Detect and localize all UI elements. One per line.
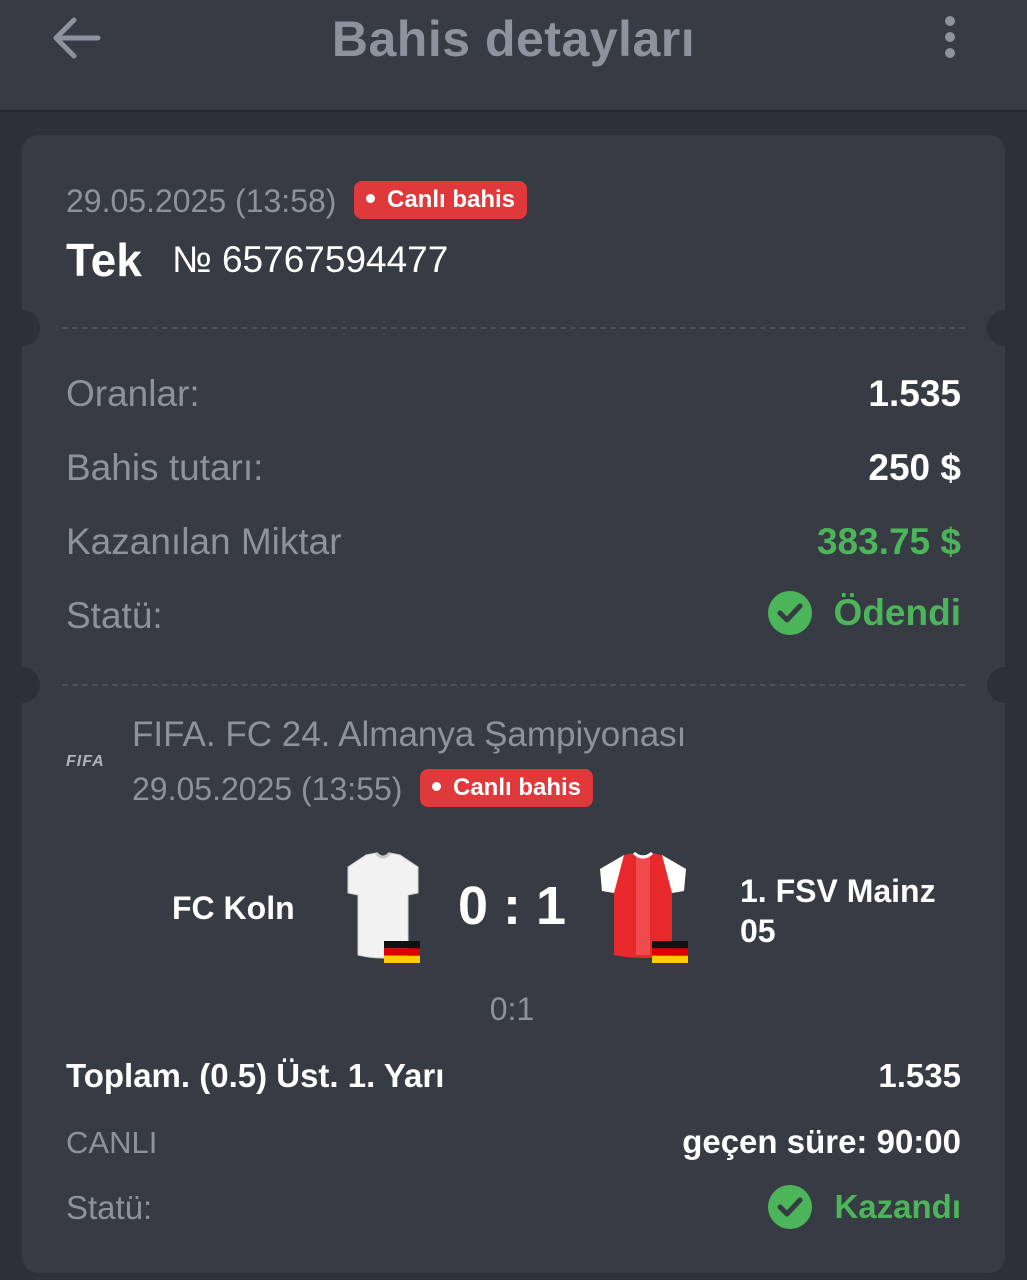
stake-label: Bahis tutarı: (66, 447, 264, 488)
more-options-button[interactable] (930, 10, 970, 64)
fifa-logo: FIFA (66, 753, 105, 770)
league-name: FIFA. FC 24. Almanya Şampiyonası (132, 715, 687, 754)
final-score: 0 : 1 (457, 876, 567, 936)
event-date: 29.05.2025 (13:55) (132, 771, 403, 807)
ticket-notch-right (987, 310, 1005, 346)
live-dot-icon (366, 194, 375, 204)
page-title: Bahis detayları (331, 11, 696, 67)
status-label: Statü: (66, 595, 163, 636)
live-dot-icon (432, 782, 441, 792)
event-status-value: Kazandı (768, 1185, 961, 1229)
status-value: Ödendi (767, 591, 961, 635)
status-text: Ödendi (833, 592, 961, 633)
market-odds: 1.535 (878, 1057, 961, 1094)
live-bet-badge: Canlı bahis (354, 181, 528, 219)
elapsed-time: geçen süre: 90:00 (682, 1123, 961, 1160)
event-status-text: Kazandı (834, 1188, 961, 1225)
half-time-score: 0:1 (489, 991, 535, 1027)
event-status-label: Statü: (66, 1189, 153, 1226)
winnings-value: 383.75 $ (816, 521, 961, 562)
live-mode-label: CANLI (66, 1125, 158, 1160)
ticket-notch-left (22, 310, 40, 346)
divider (62, 327, 965, 329)
more-vertical-icon (945, 16, 955, 26)
bet-date: 29.05.2025 (13:58) (66, 183, 337, 219)
odds-value: 1.535 (868, 373, 961, 414)
stake-value: 250 $ (868, 447, 961, 488)
check-circle-icon (768, 1185, 813, 1229)
ticket-notch-right (987, 667, 1005, 703)
home-team-name: FC Koln (172, 890, 295, 926)
bet-detail-card: 29.05.2025 (13:58) Canlı bahis Tek № 657… (22, 135, 1005, 1273)
odds-label: Oranlar: (66, 373, 200, 414)
app-bar: Bahis detayları (0, 0, 1027, 112)
germany-flag-icon (652, 941, 688, 963)
live-bet-badge: Canlı bahis (420, 769, 594, 807)
ticket-number: № 65767594477 (172, 239, 449, 280)
market-name: Toplam. (0.5) Üst. 1. Yarı (66, 1057, 445, 1094)
ticket-notch-left (22, 667, 40, 703)
winnings-label: Kazanılan Miktar (66, 521, 342, 562)
germany-flag-icon (384, 941, 420, 963)
divider (62, 684, 965, 686)
away-team-name: 1. FSV Mainz 05 (740, 873, 936, 949)
bet-type: Tek (66, 234, 142, 286)
check-circle-icon (767, 591, 812, 635)
